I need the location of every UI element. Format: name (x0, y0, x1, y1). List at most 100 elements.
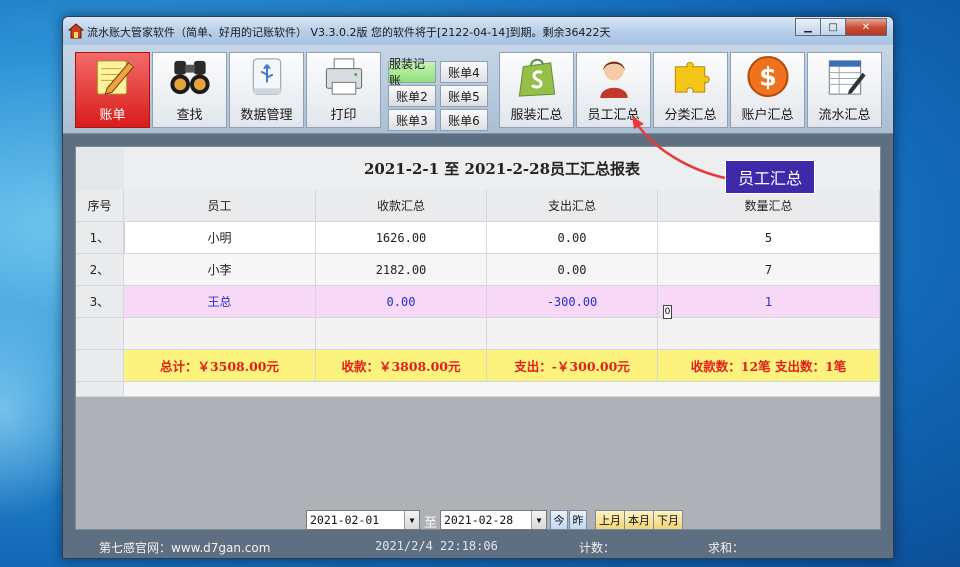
yesterday-button[interactable]: 昨 (569, 510, 587, 530)
callout-label: 员工汇总 (725, 160, 815, 194)
notepad-pencil-icon (96, 59, 136, 95)
row-quantity[interactable]: 7 (658, 254, 880, 286)
column-header-employee[interactable]: 员工 (124, 190, 316, 222)
account-clothing-label: 服装记账 (389, 57, 426, 88)
totals-expense: 支出：-￥300.00元 (487, 350, 658, 382)
row-index: 2、 (76, 254, 124, 286)
account-bill2-button[interactable]: 账单2 (388, 85, 436, 107)
row-expense[interactable]: 0.00 (487, 222, 658, 254)
shopify-bag-icon (518, 58, 555, 97)
last-month-button[interactable]: 上月 (595, 510, 625, 530)
account-bill3-label: 账单3 (396, 113, 428, 128)
account-clothing-button[interactable]: 服装记账 (388, 57, 436, 88)
account-bill4-label: 账单4 (448, 65, 480, 80)
toolbar-employee-summary-button[interactable]: 员工汇总 (576, 52, 651, 128)
account-bill5-label: 账单5 (448, 89, 480, 104)
toolbar-search-button[interactable]: 查找 (152, 52, 227, 128)
toolbar-data-manage-label: 数据管理 (240, 108, 293, 123)
toolbar-category-summary-label: 分类汇总 (664, 108, 717, 123)
toolbar-data-manage-button[interactable]: 数据管理 (229, 52, 304, 128)
close-icon: ✕ (861, 21, 871, 33)
chevron-down-icon[interactable]: ▼ (531, 511, 546, 529)
this-month-button[interactable]: 本月 (624, 510, 654, 530)
today-button[interactable]: 今 (550, 510, 568, 530)
close-button[interactable]: ✕ (845, 18, 887, 36)
row-quantity[interactable]: 1 (658, 286, 880, 318)
row-employee[interactable]: 王总 (124, 286, 316, 318)
dollar-coin-icon: $ (746, 55, 789, 98)
account-bill6-label: 账单6 (448, 113, 480, 128)
next-month-label: 下月 (657, 514, 679, 527)
account-bill2-label: 账单2 (396, 89, 428, 104)
row-employee[interactable]: 小明 (124, 222, 316, 254)
totals-counts: 收款数：12笔 支出数：1笔 (658, 350, 880, 382)
row-expense[interactable]: 0.00 (487, 254, 658, 286)
empty-cell[interactable] (124, 318, 316, 350)
report-area: 2021-2-1 至 2021-2-28员工汇总报表 序号 员工 收款汇总 支出… (75, 146, 881, 530)
next-month-button[interactable]: 下月 (653, 510, 683, 530)
usb-drive-icon (252, 58, 281, 95)
toolbar-ledger-summary-button[interactable]: 流水汇总 (807, 52, 882, 128)
toolbar-account-summary-button[interactable]: $ 账户汇总 (730, 52, 805, 128)
this-month-label: 本月 (628, 514, 650, 527)
row-expense[interactable]: -300.00 (487, 286, 658, 318)
toolbar-print-button[interactable]: 打印 (306, 52, 381, 128)
totals-income: 收款：￥3808.00元 (316, 350, 487, 382)
toolbar-clothing-summary-label: 服装汇总 (510, 108, 563, 123)
app-window: 流水账大管家软件（简单、好用的记账软件） V3.3.0.2版 您的软件将于[21… (62, 16, 894, 559)
count-label: 计数： (579, 541, 616, 555)
toolbar-account-summary-label: 账户汇总 (741, 108, 794, 123)
row-employee[interactable]: 小李 (124, 254, 316, 286)
website-text: 第七感官网：www.d7gan.com (99, 541, 271, 555)
empty-row-index (76, 318, 124, 350)
row-income[interactable]: 2182.00 (316, 254, 487, 286)
maximize-button[interactable]: □ (820, 18, 846, 36)
ledger-sheet-icon (828, 60, 866, 95)
column-header-index[interactable]: 序号 (76, 190, 124, 222)
printer-icon (325, 58, 362, 95)
column-header-income[interactable]: 收款汇总 (316, 190, 487, 222)
chevron-down-icon[interactable]: ▼ (404, 511, 419, 529)
account-bill6-button[interactable]: 账单6 (440, 109, 488, 131)
row-income[interactable]: 0.00 (316, 286, 487, 318)
minimize-button[interactable]: ▁ (795, 18, 821, 36)
today-label: 今 (553, 514, 565, 527)
account-bill4-button[interactable]: 账单4 (440, 61, 488, 83)
account-bill3-button[interactable]: 账单3 (388, 109, 436, 131)
date-from-value: 2021-02-01 (310, 513, 380, 527)
toolbar-clothing-summary-button[interactable]: 服装汇总 (499, 52, 574, 128)
column-header-expense[interactable]: 支出汇总 (487, 190, 658, 222)
account-bill5-button[interactable]: 账单5 (440, 85, 488, 107)
status-bar: 第七感官网：www.d7gan.com 2021/2/4 22:18:06 计数… (63, 534, 893, 558)
toolbar-ledger-summary-label: 流水汇总 (818, 108, 871, 123)
column-header-quantity[interactable]: 数量汇总 (658, 190, 880, 222)
row-income[interactable]: 1626.00 (316, 222, 487, 254)
date-separator: 至 (424, 516, 438, 531)
toolbar-employee-summary-label: 员工汇总 (587, 108, 640, 123)
row-index: 3、 (76, 286, 124, 318)
binoculars-icon (169, 60, 210, 95)
empty-cell[interactable] (658, 318, 880, 350)
title-bar[interactable]: 流水账大管家软件（简单、好用的记账软件） V3.3.0.2版 您的软件将于[21… (63, 17, 893, 45)
toolbar-print-label: 打印 (330, 108, 357, 123)
last-month-label: 上月 (599, 514, 621, 527)
empty-cell[interactable] (316, 318, 487, 350)
totals-grand-total: 总计：￥3508.00元 (124, 350, 316, 382)
totals-row-index (76, 350, 124, 382)
trailing-row-index (76, 382, 124, 397)
date-from-select[interactable]: 2021-02-01 ▼ (306, 510, 420, 530)
trailing-row (124, 382, 880, 397)
row-quantity[interactable]: 5 (658, 222, 880, 254)
date-range-bar: 2021-02-01 ▼ 至 2021-02-28 ▼ 今 昨 上月 本月 下月 (75, 510, 881, 532)
row-index: 1、 (76, 222, 124, 254)
puzzle-piece-icon (674, 61, 710, 93)
toolbar-category-summary-button[interactable]: 分类汇总 (653, 52, 728, 128)
svg-text:$: $ (759, 62, 777, 92)
date-to-value: 2021-02-28 (444, 513, 514, 527)
date-to-select[interactable]: 2021-02-28 ▼ (440, 510, 547, 530)
empty-cell[interactable] (487, 318, 658, 350)
main-toolbar: 账单 查找 数据管理 打印 服装记账 账单4 账单2 账单5 账单3 账单6 服… (63, 45, 893, 134)
maximize-icon: □ (828, 21, 838, 33)
toolbar-bill-button[interactable]: 账单 (75, 52, 150, 128)
yesterday-label: 昨 (572, 514, 584, 527)
